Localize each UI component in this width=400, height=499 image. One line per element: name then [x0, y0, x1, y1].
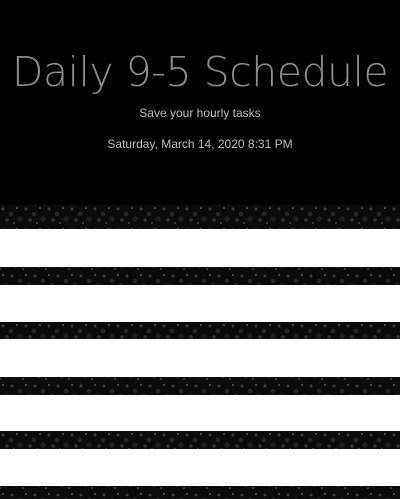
- page-subtitle: Save your hourly tasks: [139, 106, 261, 120]
- terrazzo-divider: [0, 377, 400, 395]
- terrazzo-divider: [0, 205, 400, 229]
- terrazzo-divider: [0, 486, 400, 499]
- page-title: Daily 9-5 Schedule: [11, 48, 389, 96]
- jumbotron-header: Daily 9-5 Schedule Save your hourly task…: [0, 0, 400, 205]
- schedule-page: Daily 9-5 Schedule Save your hourly task…: [0, 0, 400, 499]
- terrazzo-divider: [0, 267, 400, 285]
- current-date-time: Saturday, March 14, 2020 8:31 PM: [107, 137, 293, 151]
- terrazzo-divider: [0, 322, 400, 339]
- terrazzo-divider: [0, 431, 400, 449]
